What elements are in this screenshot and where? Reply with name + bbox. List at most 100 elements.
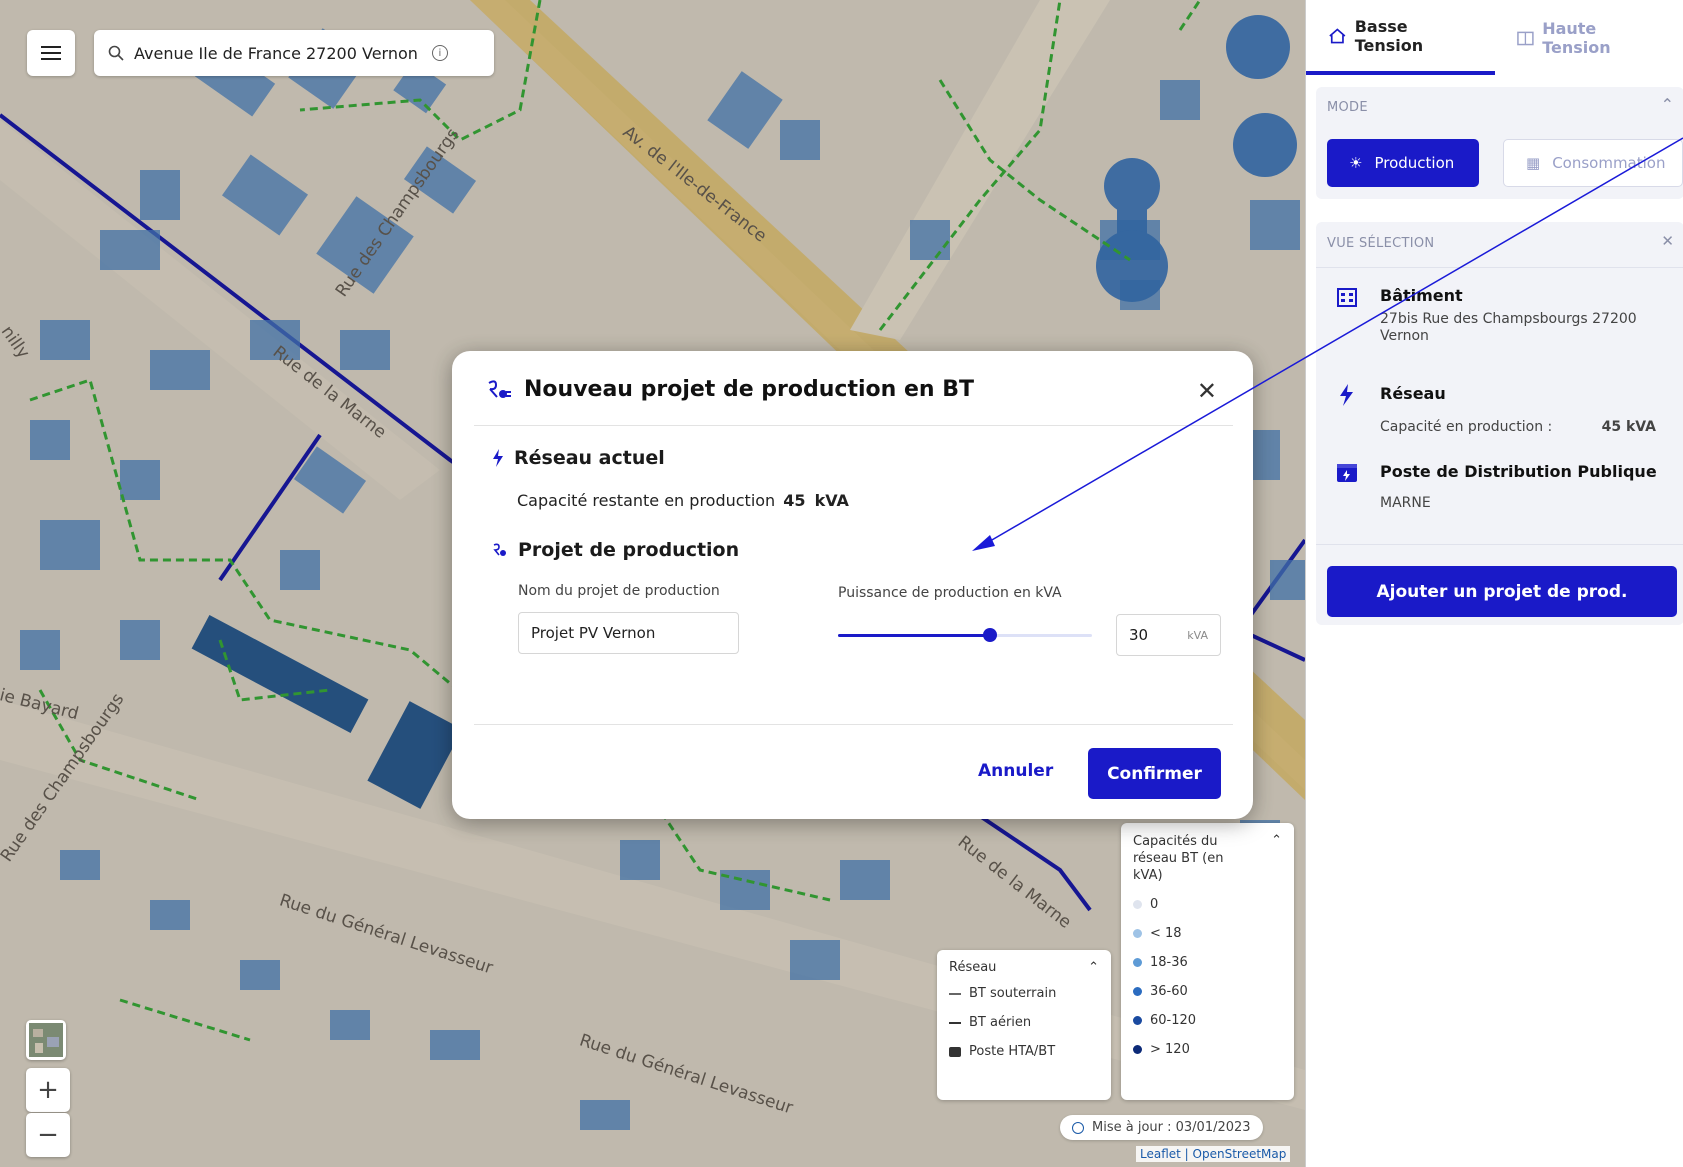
legend-item: < 18	[1133, 919, 1282, 948]
lightning-icon	[1340, 384, 1353, 406]
close-icon[interactable]: ✕	[1197, 377, 1217, 405]
reseau-capacity-label: Capacité en production :	[1380, 419, 1553, 435]
power-unit: kVA	[1187, 628, 1208, 642]
color-dot-icon	[1133, 900, 1142, 909]
tab-basse-tension[interactable]: Basse Tension	[1306, 0, 1496, 75]
production-button[interactable]: ☀ Production	[1327, 139, 1479, 187]
map-attribution[interactable]: Leaflet | OpenStreetMap	[1136, 1146, 1291, 1162]
zoom-in-button[interactable]: +	[26, 1068, 70, 1112]
chevron-up-icon[interactable]: ⌃	[1661, 95, 1674, 114]
tab-label: Haute Tension	[1542, 18, 1611, 57]
legend-item: 18-36	[1133, 948, 1282, 977]
reseau-item: Réseau Capacité en production : 45 kVA	[1336, 384, 1656, 435]
color-dot-icon	[1133, 1045, 1142, 1054]
modal-title-text: Nouveau projet de production en BT	[524, 377, 974, 402]
divider	[474, 724, 1233, 725]
dashed-line-icon	[949, 992, 961, 995]
hamburger-icon	[41, 52, 61, 54]
divider	[1316, 544, 1683, 545]
tab-haute-tension[interactable]: Haute Tension	[1495, 0, 1683, 75]
network-legend: Réseau ⌃ BT souterrain BT aérien Poste HT…	[937, 950, 1111, 1100]
update-badge: Mise à jour : 03/01/2023	[1060, 1115, 1263, 1140]
slider-thumb[interactable]	[983, 628, 998, 642]
house-icon	[1329, 27, 1346, 43]
project-name-value: Projet PV Vernon	[531, 624, 656, 642]
batiment-item: Bâtiment 27bis Rue des Champsbourgs 2720…	[1336, 286, 1660, 345]
building-icon	[1337, 288, 1357, 307]
sun-icon: ☀	[1349, 154, 1363, 172]
power-value: 30	[1129, 626, 1149, 644]
mode-panel: MODE ⌃ ☀ Production ▦ Consommation	[1316, 87, 1683, 199]
divider	[474, 425, 1233, 426]
clock-icon	[1072, 1121, 1084, 1134]
plug-icon	[493, 543, 506, 556]
chevron-up-icon[interactable]: ⌃	[1271, 833, 1282, 848]
layer-switch-button[interactable]	[26, 1020, 66, 1060]
lightning-icon	[493, 449, 503, 467]
legend-label: 36-60	[1150, 984, 1188, 999]
power-input[interactable]: 30 kVA	[1116, 614, 1221, 656]
color-dot-icon	[1133, 987, 1142, 996]
legend-item: BT aérien	[969, 1015, 1032, 1030]
capacity-unit: kVA	[814, 491, 849, 510]
selection-panel: VUE SÉLECTION ✕ Bâtiment 27bis Rue des C…	[1316, 222, 1683, 625]
mode-label: Consommation	[1552, 154, 1666, 172]
zoom-out-button[interactable]: −	[26, 1113, 70, 1157]
info-icon[interactable]: i	[431, 45, 448, 61]
poste-item: Poste de Distribution Publique MARNE	[1336, 462, 1657, 511]
power-slider[interactable]	[838, 628, 1092, 642]
legend-label: 18-36	[1150, 955, 1188, 970]
sidebar: Basse Tension Haute Tension MODE ⌃ ☀ Prod…	[1305, 0, 1683, 1167]
substation-icon	[1337, 464, 1357, 482]
capacity-legend: Capacités du réseau BT (en kVA) ⌃ 0 < 18 18…	[1121, 823, 1294, 1100]
cancel-button[interactable]: Annuler	[978, 761, 1053, 781]
legend-item: BT souterrain	[969, 986, 1057, 1001]
batiment-address: 27bis Rue des Champsbourgs 27200 Vernon	[1380, 311, 1637, 344]
reseau-title: Réseau	[1380, 384, 1446, 403]
legend-label: < 18	[1150, 926, 1182, 941]
capacity-line: Capacité restante en production 45 kVA	[517, 491, 849, 510]
legend-item: Poste HTA/BT	[969, 1044, 1056, 1059]
solid-line-icon	[949, 1021, 961, 1024]
chevron-up-icon[interactable]: ⌃	[1088, 960, 1099, 975]
tab-label: Basse Tension	[1354, 16, 1424, 55]
satellite-thumbnail-icon	[29, 1023, 63, 1057]
color-dot-icon	[1133, 958, 1142, 967]
plug-icon	[488, 379, 511, 398]
modal-title: Nouveau projet de production en BT	[486, 377, 974, 402]
project-name-input[interactable]: Projet PV Vernon	[518, 612, 739, 654]
section-projet: Projet de production	[492, 539, 739, 561]
legend-item: 36-60	[1133, 977, 1282, 1006]
legend-title: Réseau	[949, 960, 997, 975]
power-label: Puissance de production en kVA	[838, 585, 1062, 601]
poste-name: MARNE	[1380, 495, 1431, 511]
panel-header: MODE	[1327, 100, 1368, 115]
slider-fill	[838, 634, 991, 637]
name-label: Nom du projet de production	[518, 583, 720, 599]
section-title: Projet de production	[518, 539, 740, 561]
legend-item: > 120	[1133, 1035, 1282, 1064]
color-dot-icon	[1133, 929, 1142, 938]
search-icon	[108, 45, 124, 61]
search-query: Avenue Ile de France 27200 Vernon	[134, 43, 418, 63]
panel-header: VUE SÉLECTION	[1327, 236, 1435, 251]
new-project-modal: Nouveau projet de production en BT ✕ Rés…	[452, 351, 1253, 819]
close-icon[interactable]: ✕	[1661, 232, 1674, 250]
section-reseau: Réseau actuel	[492, 447, 665, 469]
color-dot-icon	[1133, 1016, 1142, 1025]
legend-label: > 120	[1150, 1042, 1190, 1057]
menu-button[interactable]	[27, 30, 75, 76]
confirm-button[interactable]: Confirmer	[1088, 748, 1221, 799]
search-box[interactable]: Avenue Ile de France 27200 Vernon i	[94, 30, 494, 76]
reseau-capacity-value: 45 kVA	[1601, 419, 1656, 435]
mode-label: Production	[1374, 154, 1455, 172]
legend-label: 0	[1150, 897, 1159, 912]
consommation-button[interactable]: ▦ Consommation	[1503, 139, 1683, 187]
section-title: Réseau actuel	[514, 447, 665, 469]
voltage-tabs: Basse Tension Haute Tension	[1306, 0, 1683, 75]
update-date: Mise à jour : 03/01/2023	[1092, 1120, 1251, 1135]
capacity-value: 45	[783, 491, 806, 510]
divider	[1316, 267, 1683, 268]
add-project-button[interactable]: Ajouter un projet de prod.	[1327, 566, 1677, 617]
poste-title: Poste de Distribution Publique	[1380, 462, 1657, 481]
